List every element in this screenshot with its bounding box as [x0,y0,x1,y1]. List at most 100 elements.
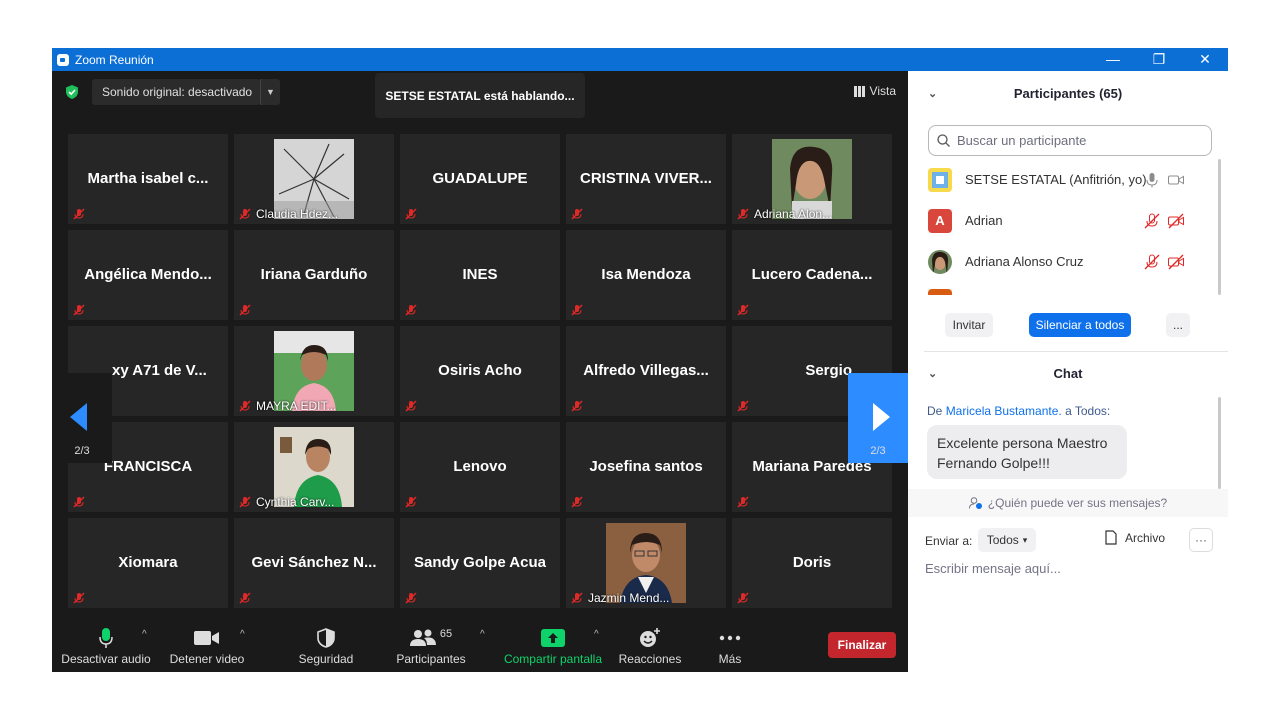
participants-panel-title: Participantes (65) [1013,85,1123,101]
more-label: Más [718,652,742,666]
microphone-icon [99,628,113,648]
muted-mic-icon[interactable] [1144,254,1160,270]
mute-all-button[interactable]: Silenciar a todos [1029,313,1131,337]
maximize-button[interactable]: ❐ [1136,48,1182,71]
smiley-plus-icon [640,628,660,647]
video-tile[interactable]: Martha isabel c... [68,134,228,224]
zoom-logo-icon [57,53,69,66]
audio-options-caret[interactable]: ^ [142,629,147,640]
video-tile[interactable]: Lenovo [400,422,560,512]
minimize-button[interactable]: — [1090,48,1136,71]
muted-mic-icon [73,496,85,508]
sound-options-dropdown[interactable]: ▼ [260,79,280,105]
from-prefix: De [927,404,943,418]
participant-row[interactable]: SETSE ESTATAL (Anfitrión, yo) [908,159,1218,200]
video-tile[interactable]: Isa Mendoza [566,230,726,320]
video-tile[interactable]: INES [400,230,560,320]
shield-check-icon[interactable] [64,84,80,100]
participant-name: Iriana Garduño [260,266,368,283]
share-options-caret[interactable]: ^ [594,629,599,640]
original-sound-button[interactable]: Sonido original: desactivado [92,79,260,105]
mute-audio-button[interactable]: Desactivar audio [60,625,152,666]
previous-page-button[interactable]: 2/3 [52,373,112,463]
video-tile[interactable]: Lucero Cadena... [732,230,892,320]
participants-scrollbar[interactable] [1218,159,1221,295]
chat-more-button[interactable]: ··· [1189,528,1213,552]
participant-row-name: Adriana Alonso Cruz [965,254,1084,269]
participant-name: Xiomara [118,554,178,571]
search-icon [937,134,950,147]
video-tile[interactable]: Alfredo Villegas... [566,326,726,416]
share-screen-button[interactable]: Compartir pantalla [500,625,606,666]
reactions-button[interactable]: Reacciones [614,625,686,666]
who-can-see-label: ¿Quién puede ver sus mensajes? [987,496,1168,510]
muted-mic-icon [737,208,749,220]
end-meeting-button[interactable]: Finalizar [828,632,896,658]
video-tile[interactable]: Cynthia Carv... [234,422,394,512]
more-button[interactable]: Más [706,625,754,666]
video-tile[interactable]: Claudia Hdez... [234,134,394,224]
video-tile[interactable]: Doris [732,518,892,608]
participant-row[interactable]: A Adrian [908,200,1218,241]
video-tile[interactable]: Angélica Mendo... [68,230,228,320]
video-camera-icon[interactable] [1168,172,1184,188]
security-button[interactable]: Seguridad [288,625,364,666]
video-tile[interactable]: CRISTINA VIVER... [566,134,726,224]
muted-mic-icon [405,592,417,604]
meeting-toolbar: Desactivar audio ^ Detener video ^ Segur… [52,621,908,672]
video-tile[interactable]: Gevi Sánchez N... [234,518,394,608]
participants-more-button[interactable]: ... [1166,313,1190,337]
participant-name: Martha isabel c... [87,170,209,187]
close-button[interactable]: ✕ [1182,48,1228,71]
collapse-chevron-icon[interactable]: ⌄ [928,87,937,100]
file-button[interactable]: Archivo [1105,530,1165,545]
stop-video-button[interactable]: Detener video [164,625,250,666]
participant-name: CRISTINA VIVER... [580,170,712,187]
chat-compose-input[interactable]: Escribir mensaje aquí... [925,561,1061,576]
video-tile[interactable]: Adriana Alon... [732,134,892,224]
participants-options-caret[interactable]: ^ [480,629,485,640]
sender-name[interactable]: Maricela Bustamante. [946,404,1062,418]
send-to-value: Todos [986,533,1019,547]
participant-name: Alfredo Villegas... [583,362,709,379]
participants-count: 65 [439,628,453,640]
participants-button[interactable]: 65 Participantes [392,625,470,666]
who-can-see-link[interactable]: ¿Quién puede ver sus mensajes? [908,489,1228,517]
invite-button[interactable]: Invitar [945,313,993,337]
window-title: Zoom Reunión [75,52,154,67]
video-tile[interactable]: Sandy Golpe Acua [400,518,560,608]
video-tile[interactable]: Iriana Garduño [234,230,394,320]
page-indicator: 2/3 [74,445,90,457]
chat-panel-title: Chat [1053,365,1083,381]
muted-mic-icon [239,400,251,412]
chat-message-bubble: Excelente persona Maestro Fernando Golpe… [927,425,1127,479]
video-options-caret[interactable]: ^ [240,629,245,640]
participant-name: Sergio [805,362,852,379]
microphone-icon[interactable] [1144,172,1160,188]
muted-mic-icon [571,208,583,220]
participant-name: Josefina santos [589,458,703,475]
view-button[interactable]: Vista [848,79,902,103]
video-tile[interactable]: Josefina santos [566,422,726,512]
participant-search-input[interactable]: Buscar un participante [928,125,1212,156]
video-tile[interactable]: Osiris Acho [400,326,560,416]
participant-name: Lenovo [453,458,507,475]
participant-row[interactable]: Adriana Alonso Cruz [908,241,1218,282]
participant-name: Isa Mendoza [601,266,691,283]
video-off-icon[interactable] [1168,254,1184,270]
muted-mic-icon [405,208,417,220]
participant-name: xy A71 de V... [112,362,207,379]
next-page-button[interactable]: 2/3 [848,373,908,463]
video-tile[interactable]: GUADALUPE [400,134,560,224]
chat-scrollbar[interactable] [1218,397,1221,489]
muted-mic-icon[interactable] [1144,213,1160,229]
video-off-icon[interactable] [1168,213,1184,229]
collapse-chevron-icon[interactable]: ⌄ [928,367,937,380]
video-tile[interactable]: Xiomara [68,518,228,608]
participants-panel-header: ⌄ Participantes (65) [908,71,1228,115]
video-tile[interactable]: Jazmin Mend... [566,518,726,608]
send-to-dropdown[interactable]: Todos ▾ [978,528,1036,552]
muted-mic-icon [239,592,251,604]
video-tile[interactable]: MAYRA EDIT... [234,326,394,416]
share-screen-label: Compartir pantalla [503,652,603,666]
